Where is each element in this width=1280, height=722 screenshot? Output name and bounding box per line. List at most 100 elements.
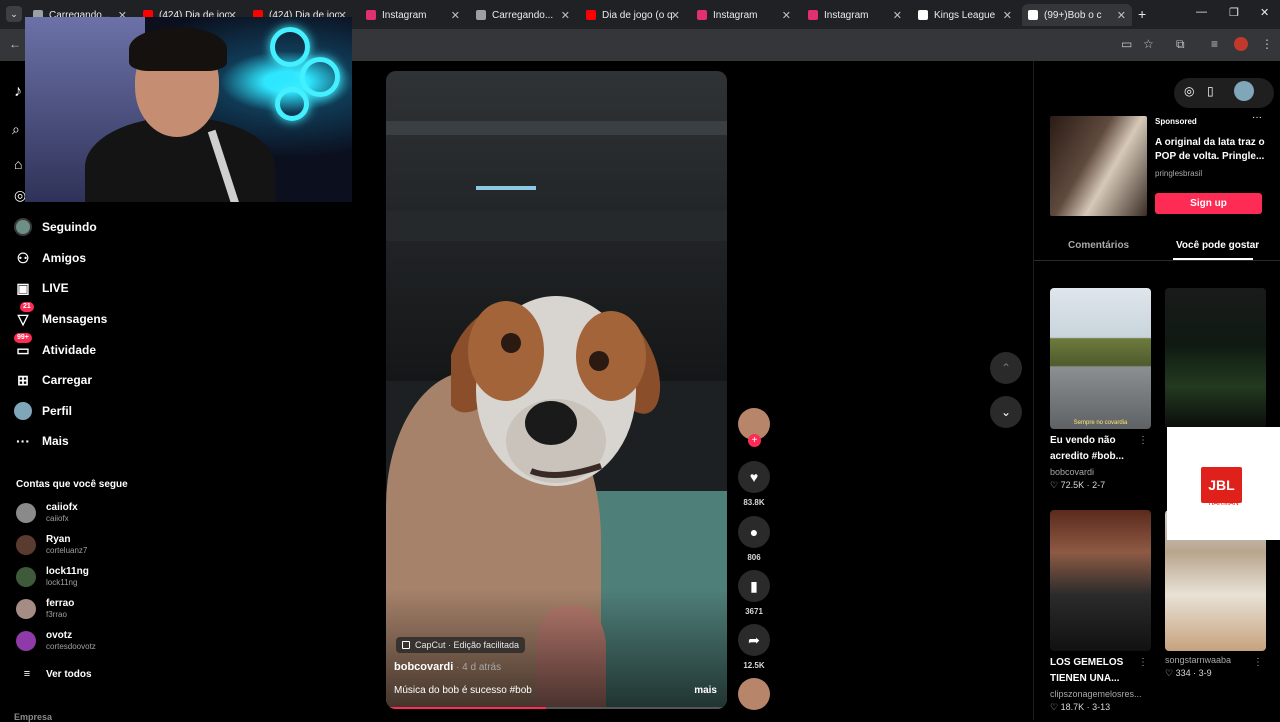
video-thumbnail[interactable]: [1050, 510, 1151, 651]
card-more-icon[interactable]: ⋮: [1138, 657, 1148, 668]
sidebar-item-mensagens[interactable]: ▽ 21 Mensagens: [14, 302, 108, 330]
see-all-link[interactable]: ≡ Ver todos: [18, 663, 92, 685]
card-more-icon[interactable]: ⋮: [1138, 435, 1148, 446]
bookmark-icon: ▮: [738, 570, 770, 602]
sidebar-item-label: Mensagens: [42, 312, 108, 326]
followed-account[interactable]: ovotz cortesdoovotz: [16, 628, 96, 654]
video-player[interactable]: CapCut · Edição facilitada bobcovardi · …: [386, 71, 727, 709]
video-time: · 4 d atrás: [453, 662, 502, 673]
extensions-icon[interactable]: ⧉: [1176, 37, 1185, 52]
sidebar-item-atividade[interactable]: ▭ 99+ Atividade: [14, 333, 96, 361]
jbl-overlay-ad[interactable]: JBL HARMAN: [1167, 427, 1280, 540]
card-title[interactable]: LOS GEMELOS TIENEN UNA...: [1050, 655, 1140, 687]
video-description: Música do bob é sucesso #bob: [394, 685, 532, 696]
follow-plus-icon[interactable]: +: [748, 434, 761, 447]
sidebar-item-amigos[interactable]: ⚇ Amigos: [14, 247, 86, 269]
media-controls-icon[interactable]: ≡: [1211, 37, 1218, 51]
tiktok-logo-icon[interactable]: ♪: [14, 83, 22, 101]
browser-tab[interactable]: Instagram ✕: [360, 4, 466, 26]
ad-brand[interactable]: pringlesbrasil: [1155, 169, 1202, 178]
profile-avatar-icon[interactable]: [1234, 37, 1248, 51]
browser-tab[interactable]: Instagram ✕: [802, 4, 908, 26]
phone-icon[interactable]: ▯: [1207, 84, 1214, 98]
tab-close-icon[interactable]: ✕: [451, 9, 460, 22]
ad-title[interactable]: A original da lata traz o POP de volta. …: [1155, 136, 1270, 164]
browser-menu-icon[interactable]: ⋮: [1261, 37, 1273, 51]
music-disc-button[interactable]: [738, 678, 770, 710]
tab-close-icon[interactable]: ✕: [1117, 9, 1126, 22]
tab-list-chevron-icon[interactable]: ⌄: [6, 6, 22, 22]
video-author-name[interactable]: bobcovardi: [394, 661, 453, 673]
card-author[interactable]: songstarnwaaba: [1165, 655, 1266, 665]
save-button[interactable]: ▮ 3671: [738, 570, 770, 616]
ad-more-icon[interactable]: ···: [1252, 112, 1262, 123]
activity-icon: ▭ 99+: [14, 333, 32, 359]
tab-close-icon[interactable]: ✕: [782, 9, 791, 22]
screen-cast-icon[interactable]: ▭: [1121, 37, 1132, 51]
restore-icon[interactable]: ❐: [1229, 6, 1239, 19]
new-tab-button[interactable]: +: [1138, 6, 1146, 22]
card-stats: ♡ 18.7K · 3-13: [1050, 702, 1111, 712]
ad-thumbnail[interactable]: [1050, 116, 1147, 216]
video-thumbnail[interactable]: Sempre no covardia: [1050, 288, 1151, 429]
account-handle: caiiofx: [46, 514, 69, 523]
card-author[interactable]: bobcovardi: [1050, 467, 1151, 477]
card-author[interactable]: clipszonagemelosres...: [1050, 689, 1151, 699]
video-progress-bar[interactable]: [386, 707, 727, 709]
back-icon[interactable]: ←: [9, 37, 21, 51]
sidebar-item-mais[interactable]: ··· Mais: [14, 430, 69, 452]
tab-voce-pode-gostar[interactable]: Você pode gostar: [1176, 240, 1259, 251]
browser-tab[interactable]: Kings League ✕: [912, 4, 1018, 26]
tab-comentarios[interactable]: Comentários: [1068, 240, 1129, 251]
browser-tab[interactable]: Carregando... ✕: [470, 4, 576, 26]
capcut-label[interactable]: CapCut · Edição facilitada: [396, 637, 526, 653]
tab-close-icon[interactable]: ✕: [561, 9, 570, 22]
sidebar-item-seguindo[interactable]: Seguindo: [14, 216, 97, 238]
tab-close-icon[interactable]: ✕: [893, 9, 902, 22]
video-more-link[interactable]: mais: [694, 685, 717, 696]
card-stats: ♡ 72.5K · 2-7: [1050, 480, 1106, 490]
right-panel: ◎ ▯ Sponsored ··· A original da lata tra…: [1033, 61, 1280, 720]
card-title[interactable]: Eu vendo não acredito #bob...: [1050, 433, 1140, 465]
tab-title: (99+)Bob o c: [1044, 9, 1102, 21]
video-author[interactable]: bobcovardi · 4 d atrás: [394, 661, 501, 673]
comment-button[interactable]: ● 806: [738, 516, 770, 562]
suggested-video-card[interactable]: [1165, 288, 1266, 433]
sidebar-item-carregar[interactable]: ⊞ Carregar: [14, 369, 92, 391]
tab-close-icon[interactable]: ✕: [671, 9, 680, 22]
capcut-text: CapCut · Edição facilitada: [415, 640, 520, 650]
search-icon[interactable]: ⌕: [12, 121, 20, 138]
ad-signup-button[interactable]: Sign up: [1155, 193, 1262, 214]
suggested-video-card[interactable]: LOS GEMELOS TIENEN UNA... clipszonagemel…: [1050, 510, 1151, 713]
top-actions-pill: ◎ ▯: [1174, 78, 1274, 108]
share-button[interactable]: ➦ 12.5K: [738, 624, 770, 670]
followed-account[interactable]: lock11ng lock11ng: [16, 564, 89, 590]
tab-favicon-icon: [476, 10, 486, 20]
next-video-button[interactable]: ⌄: [990, 396, 1022, 428]
window-close-icon[interactable]: ✕: [1260, 6, 1269, 19]
author-avatar-button[interactable]: +: [738, 408, 770, 447]
compass-icon[interactable]: ◎: [1184, 84, 1194, 98]
video-thumbnail[interactable]: [1165, 288, 1266, 429]
sidebar-item-live[interactable]: ▣ LIVE: [14, 277, 68, 299]
followed-account[interactable]: ferrao f3rrao: [16, 596, 74, 622]
browser-tab[interactable]: Instagram ✕: [691, 4, 797, 26]
sidebar-item-perfil[interactable]: Perfil: [14, 400, 72, 422]
tab-favicon-icon: [586, 10, 596, 20]
bookmark-star-icon[interactable]: ☆: [1143, 37, 1154, 51]
followed-account[interactable]: caiiofx caiiofx: [16, 500, 78, 526]
browser-tab-active[interactable]: (99+)Bob o c ✕: [1022, 4, 1132, 26]
sidebar-footer-company[interactable]: Empresa: [14, 712, 52, 722]
home-icon[interactable]: ⌂: [14, 156, 22, 172]
previous-video-button[interactable]: ⌃: [990, 352, 1022, 384]
tab-favicon-icon: [697, 10, 707, 20]
minimize-icon[interactable]: —: [1196, 6, 1207, 18]
account-avatar: [16, 535, 36, 555]
card-more-icon[interactable]: ⋮: [1253, 657, 1263, 668]
like-button[interactable]: ♥ 83.8K: [738, 461, 770, 507]
tab-close-icon[interactable]: ✕: [1003, 9, 1012, 22]
browser-tab[interactable]: Dia de jogo (o qu ✕: [580, 4, 686, 26]
user-avatar-icon[interactable]: [1234, 81, 1254, 101]
suggested-video-card[interactable]: Sempre no covardia Eu vendo não acredito…: [1050, 288, 1151, 491]
followed-account[interactable]: Ryan corteluanz7: [16, 532, 87, 558]
